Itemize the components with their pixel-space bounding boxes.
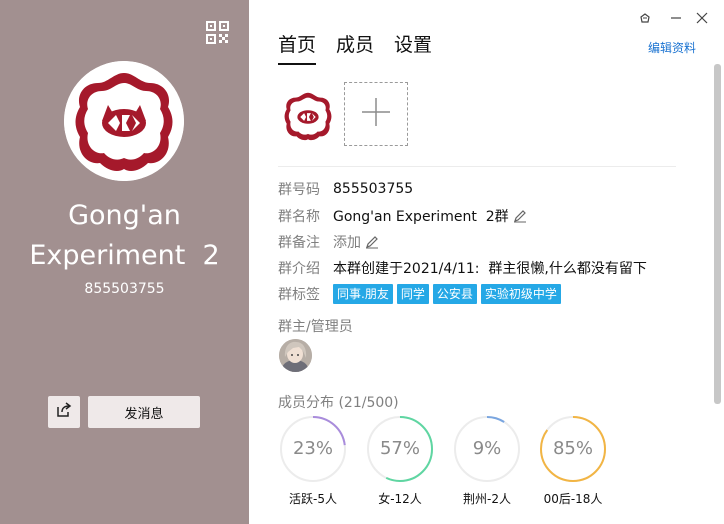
group-remark-label: 群备注 xyxy=(278,235,320,251)
stat-label: 女-12人 xyxy=(378,492,422,506)
pencil-icon[interactable] xyxy=(365,235,379,249)
group-intro-label: 群介绍 xyxy=(278,261,320,277)
group-id-value: 855503755 xyxy=(333,181,414,197)
skin-icon[interactable] xyxy=(637,10,653,26)
stat-label: 荆州-2人 xyxy=(463,492,511,506)
share-icon xyxy=(56,402,72,422)
tag-list: 同事.朋友 同学 公安县 实验初级中学 xyxy=(333,284,561,304)
stat-active[interactable]: 23% 活跃-5人 xyxy=(279,415,347,507)
stat-percent: 57% xyxy=(379,438,420,459)
info-row-intro: 群介绍 本群创建于2021/4/11: 群主很懒,什么都没有留下 xyxy=(278,258,647,278)
admin-avatar[interactable] xyxy=(279,339,312,372)
group-name-line-1: Gong'an xyxy=(68,200,181,231)
group-id: 855503755 xyxy=(84,281,165,297)
info-row-remark: 群备注 添加 xyxy=(278,232,379,252)
close-icon[interactable] xyxy=(694,10,710,26)
group-intro-value: 本群创建于2021/4/11: 群主很懒,什么都没有留下 xyxy=(333,261,647,277)
stats-title: 成员分布 (21/500) xyxy=(278,395,399,411)
pencil-icon[interactable] xyxy=(513,209,527,223)
edit-profile-link[interactable]: 编辑资料 xyxy=(648,39,696,56)
profile-panel: Gong'an Experiment 2 855503755 发消息 xyxy=(0,0,249,524)
info-row-name: 群名称 Gong'an Experiment 2群 xyxy=(278,206,527,226)
tag-item[interactable]: 同事.朋友 xyxy=(333,284,393,304)
tab-home[interactable]: 首页 xyxy=(278,30,317,65)
school-logo-small xyxy=(279,87,337,145)
group-id-label: 群号码 xyxy=(278,182,320,198)
tab-bar: 首页 成员 设置 xyxy=(278,30,432,65)
stat-region[interactable]: 9% 荆州-2人 xyxy=(453,415,521,507)
stat-age[interactable]: 85% 00后-18人 xyxy=(539,415,607,507)
group-name-line-2: Experiment 2 xyxy=(29,240,220,271)
stat-percent: 23% xyxy=(292,438,333,459)
stat-ring: 23% xyxy=(279,415,347,483)
group-tags-label: 群标签 xyxy=(278,287,320,303)
tag-item[interactable]: 公安县 xyxy=(432,284,477,304)
group-avatar[interactable] xyxy=(64,61,184,181)
group-title: Gong'an Experiment 2 xyxy=(0,196,249,276)
stat-percent: 9% xyxy=(472,438,502,459)
stat-female[interactable]: 57% 女-12人 xyxy=(366,415,434,507)
add-photo-button[interactable] xyxy=(344,82,408,146)
qr-code-icon[interactable] xyxy=(206,21,229,44)
send-message-button[interactable]: 发消息 xyxy=(88,396,200,428)
group-name-value: Gong'an Experiment 2群 xyxy=(333,209,509,225)
group-remark-value[interactable]: 添加 xyxy=(333,232,361,252)
stat-ring: 57% xyxy=(366,415,434,483)
school-logo xyxy=(64,61,184,181)
info-row-tags: 群标签 同事.朋友 同学 公安县 实验初级中学 xyxy=(278,284,561,304)
group-photo[interactable] xyxy=(279,87,337,145)
tag-item[interactable]: 实验初级中学 xyxy=(480,284,561,304)
stat-ring: 85% xyxy=(539,415,607,483)
stat-ring: 9% xyxy=(453,415,521,483)
group-name-label: 群名称 xyxy=(278,209,320,225)
tab-settings[interactable]: 设置 xyxy=(394,30,432,65)
admins-title: 群主/管理员 xyxy=(278,319,353,335)
stat-label: 活跃-5人 xyxy=(289,492,337,506)
tag-item[interactable]: 同学 xyxy=(396,284,429,304)
divider xyxy=(278,166,676,167)
tab-members[interactable]: 成员 xyxy=(336,30,374,65)
stat-label: 00后-18人 xyxy=(543,492,603,506)
plus-icon xyxy=(360,96,392,132)
scrollbar[interactable] xyxy=(714,64,721,404)
share-button[interactable] xyxy=(48,396,80,428)
info-row-id: 群号码 855503755 xyxy=(278,179,413,199)
minimize-icon[interactable] xyxy=(668,10,684,26)
stat-percent: 85% xyxy=(552,438,593,459)
